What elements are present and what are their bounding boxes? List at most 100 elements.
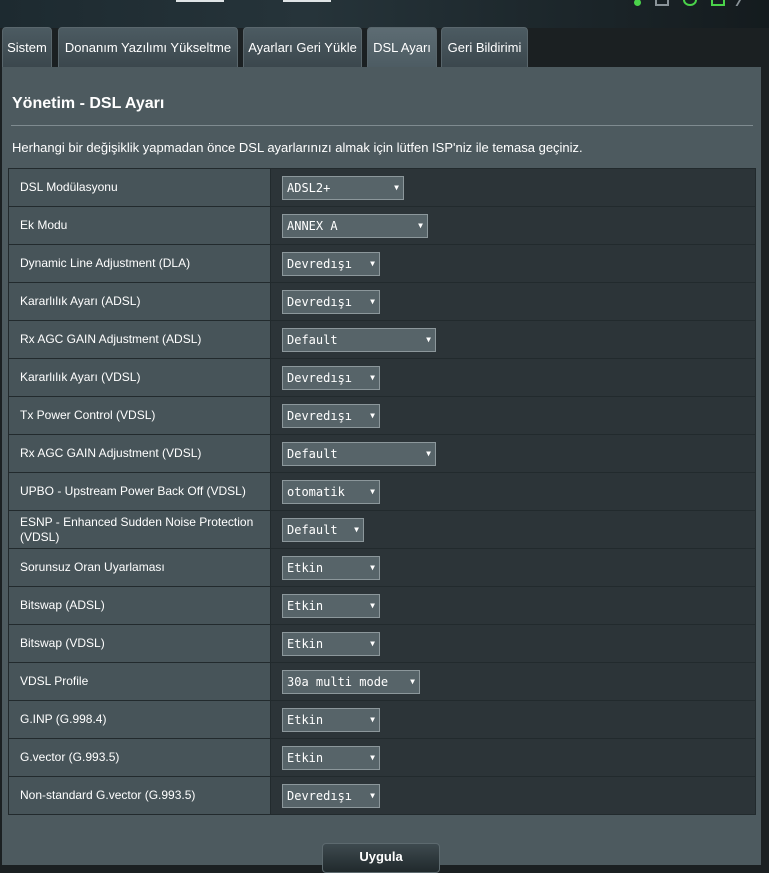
bitswap-vdsl-select[interactable]: Etkin ▼ (282, 631, 380, 656)
setting-label: G.vector (G.993.5) (8, 738, 271, 777)
setting-row: UPBO - Upstream Power Back Off (VDSL) ot… (8, 472, 756, 511)
setting-row: VDSL Profile 30a multi mode ▼ (8, 662, 756, 701)
status-dot-icon[interactable] (634, 0, 641, 6)
share-icon[interactable] (735, 0, 759, 6)
select-value: Default (287, 332, 338, 347)
chevron-down-icon: ▼ (370, 410, 375, 420)
tx-power-vdsl-select[interactable]: Devredışı ▼ (282, 403, 380, 428)
top-bar (0, 0, 769, 28)
vdsl-profile-select[interactable]: 30a multi mode ▼ (282, 669, 420, 694)
dsl-settings-table: DSL Modülasyonu ADSL2+ ▼ Ek Modu ANNEX A ▼… (8, 168, 756, 815)
setting-label: Tx Power Control (VDSL) (8, 396, 271, 435)
setting-label: UPBO - Upstream Power Back Off (VDSL) (8, 472, 271, 511)
chevron-down-icon: ▼ (426, 334, 431, 344)
setting-label: VDSL Profile (8, 662, 271, 701)
chevron-down-icon: ▼ (370, 600, 375, 610)
chevron-down-icon: ▼ (354, 524, 359, 534)
stability-adsl-select[interactable]: Devredışı ▼ (282, 289, 380, 314)
setting-row: Dynamic Line Adjustment (DLA) Devredışı ▼ (8, 244, 756, 283)
dla-select[interactable]: Devredışı ▼ (282, 251, 380, 276)
setting-label: Bitswap (ADSL) (8, 586, 271, 625)
select-value: Devredışı (287, 294, 353, 309)
setting-row: Rx AGC GAIN Adjustment (ADSL) Default ▼ (8, 320, 756, 359)
network-icon[interactable] (655, 0, 669, 6)
stability-vdsl-select[interactable]: Devredışı ▼ (282, 365, 380, 390)
wifi-icon[interactable] (683, 0, 697, 6)
select-value: Etkin (287, 636, 324, 651)
top-link-underline[interactable] (176, 0, 224, 2)
setting-row: G.INP (G.998.4) Etkin ▼ (8, 700, 756, 739)
chevron-down-icon: ▼ (410, 676, 415, 686)
chevron-down-icon: ▼ (370, 790, 375, 800)
chevron-down-icon: ▼ (370, 296, 375, 306)
select-value: Etkin (287, 750, 324, 765)
seamless-rate-select[interactable]: Etkin ▼ (282, 555, 380, 580)
setting-label: G.INP (G.998.4) (8, 700, 271, 739)
setting-label: Rx AGC GAIN Adjustment (ADSL) (8, 320, 271, 359)
tab-feedback[interactable]: Geri Bildirimi (441, 27, 528, 67)
tab-sistem[interactable]: Sistem (2, 27, 52, 67)
chevron-down-icon: ▼ (370, 752, 375, 762)
setting-label: ESNP - Enhanced Sudden Noise Protection … (8, 510, 271, 549)
chevron-down-icon: ▼ (370, 638, 375, 648)
setting-row: DSL Modülasyonu ADSL2+ ▼ (8, 168, 756, 207)
select-value: Default (287, 522, 338, 537)
chevron-down-icon: ▼ (370, 714, 375, 724)
apply-button[interactable]: Uygula (322, 843, 440, 873)
settings-panel: Yönetim - DSL Ayarı Herhangi bir değişik… (2, 67, 761, 865)
tab-dsl-setting[interactable]: DSL Ayarı (367, 27, 437, 67)
nonstandard-gvector-select[interactable]: Devredışı ▼ (282, 783, 380, 808)
select-value: ANNEX A (287, 218, 338, 233)
setting-label: DSL Modülasyonu (8, 168, 271, 207)
chevron-down-icon: ▼ (370, 486, 375, 496)
rx-agc-vdsl-select[interactable]: Default ▼ (282, 441, 436, 466)
setting-label: Rx AGC GAIN Adjustment (VDSL) (8, 434, 271, 473)
select-value: 30a multi mode (287, 674, 389, 689)
chevron-down-icon: ▼ (418, 220, 423, 230)
select-value: Devredışı (287, 370, 353, 385)
setting-label: Bitswap (VDSL) (8, 624, 271, 663)
chevron-down-icon: ▼ (370, 258, 375, 268)
modulation-select[interactable]: ADSL2+ ▼ (282, 175, 404, 200)
select-value: otomatik (287, 484, 345, 499)
select-value: Devredışı (287, 408, 353, 423)
page-title: Yönetim - DSL Ayarı (12, 95, 165, 112)
setting-label: Dynamic Line Adjustment (DLA) (8, 244, 271, 283)
usb-icon[interactable] (711, 0, 725, 6)
select-value: Default (287, 446, 338, 461)
select-value: Etkin (287, 560, 324, 575)
setting-row: Bitswap (VDSL) Etkin ▼ (8, 624, 756, 663)
setting-row: Kararlılık Ayarı (ADSL) Devredışı ▼ (8, 282, 756, 321)
top-link-underline[interactable] (283, 0, 331, 2)
esnp-select[interactable]: Default ▼ (282, 517, 364, 542)
rx-agc-adsl-select[interactable]: Default ▼ (282, 327, 436, 352)
gvector-select[interactable]: Etkin ▼ (282, 745, 380, 770)
setting-row: ESNP - Enhanced Sudden Noise Protection … (8, 510, 756, 549)
setting-row: Tx Power Control (VDSL) Devredışı ▼ (8, 396, 756, 435)
select-value: Etkin (287, 598, 324, 613)
select-value: Etkin (287, 712, 324, 727)
upbo-select[interactable]: otomatik ▼ (282, 479, 380, 504)
setting-label: Kararlılık Ayarı (VDSL) (8, 358, 271, 397)
setting-row: Bitswap (ADSL) Etkin ▼ (8, 586, 756, 625)
annex-mode-select[interactable]: ANNEX A ▼ (282, 213, 428, 238)
tab-firmware-upgrade[interactable]: Donanım Yazılımı Yükseltme (58, 27, 238, 67)
chevron-down-icon: ▼ (426, 448, 431, 458)
select-value: Devredışı (287, 788, 353, 803)
setting-row: Non-standard G.vector (G.993.5) Devredış… (8, 776, 756, 815)
setting-label: Sorunsuz Oran Uyarlaması (8, 548, 271, 587)
select-value: Devredışı (287, 256, 353, 271)
setting-label: Non-standard G.vector (G.993.5) (8, 776, 271, 815)
setting-row: Sorunsuz Oran Uyarlaması Etkin ▼ (8, 548, 756, 587)
status-icons (634, 0, 759, 6)
tab-restore-settings[interactable]: Ayarları Geri Yükle (243, 27, 362, 67)
isp-notice: Herhangi bir değişiklik yapmadan önce DS… (12, 140, 583, 155)
setting-row: Ek Modu ANNEX A ▼ (8, 206, 756, 245)
setting-row: G.vector (G.993.5) Etkin ▼ (8, 738, 756, 777)
setting-row: Kararlılık Ayarı (VDSL) Devredışı ▼ (8, 358, 756, 397)
chevron-down-icon: ▼ (370, 372, 375, 382)
select-value: ADSL2+ (287, 180, 331, 195)
chevron-down-icon: ▼ (394, 182, 399, 192)
bitswap-adsl-select[interactable]: Etkin ▼ (282, 593, 380, 618)
ginp-select[interactable]: Etkin ▼ (282, 707, 380, 732)
